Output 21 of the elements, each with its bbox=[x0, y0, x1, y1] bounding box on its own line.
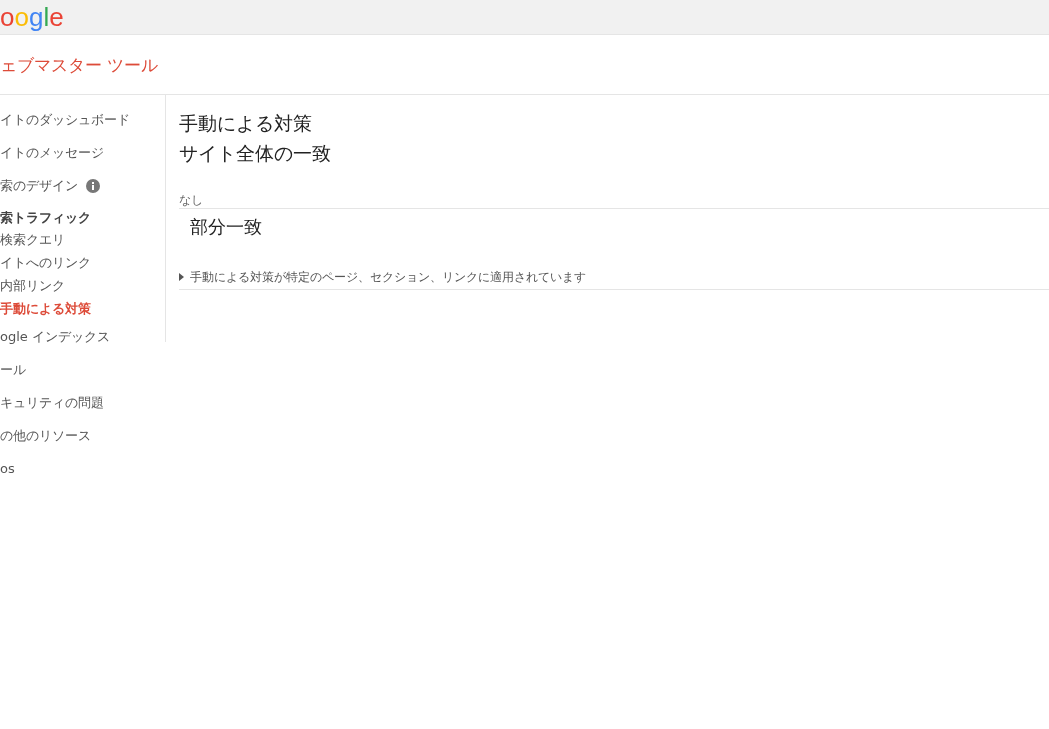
sidebar-item[interactable]: ール bbox=[0, 360, 26, 380]
sidebar-item[interactable]: 内部リンク bbox=[0, 275, 65, 296]
sidebar-item[interactable]: キュリティの問題 bbox=[0, 393, 104, 413]
app-title: ェブマスター ツール bbox=[0, 53, 159, 77]
sidebar-item[interactable]: イトへのリンク bbox=[0, 252, 91, 273]
info-icon[interactable] bbox=[86, 179, 100, 193]
section-heading: 部分一致 bbox=[189, 215, 263, 239]
sidebar-item[interactable]: の他のリソース bbox=[0, 426, 91, 446]
status-text: なし bbox=[179, 185, 1049, 209]
sidebar-item[interactable]: イトのダッシュボード bbox=[0, 110, 130, 130]
sidebar-item[interactable]: イトのメッセージ bbox=[0, 143, 104, 163]
expander-toggle[interactable]: 手動による対策が特定のページ、セクション、リンクに適用されています bbox=[179, 268, 586, 286]
sidebar-item[interactable]: 検索クエリ bbox=[0, 229, 65, 250]
sidebar-item[interactable]: 手動による対策 bbox=[0, 298, 91, 319]
sidebar-item[interactable]: os bbox=[0, 459, 15, 479]
sidebar-item[interactable]: ogle インデックス bbox=[0, 327, 110, 347]
section-heading: サイト全体の一致 bbox=[179, 141, 332, 166]
sidebar-item[interactable]: 索のデザイン bbox=[0, 176, 78, 196]
sidebar-item[interactable]: 索トラフィック bbox=[0, 208, 91, 228]
page-title: 手動による対策 bbox=[179, 111, 313, 136]
caret-right-icon bbox=[179, 273, 184, 281]
